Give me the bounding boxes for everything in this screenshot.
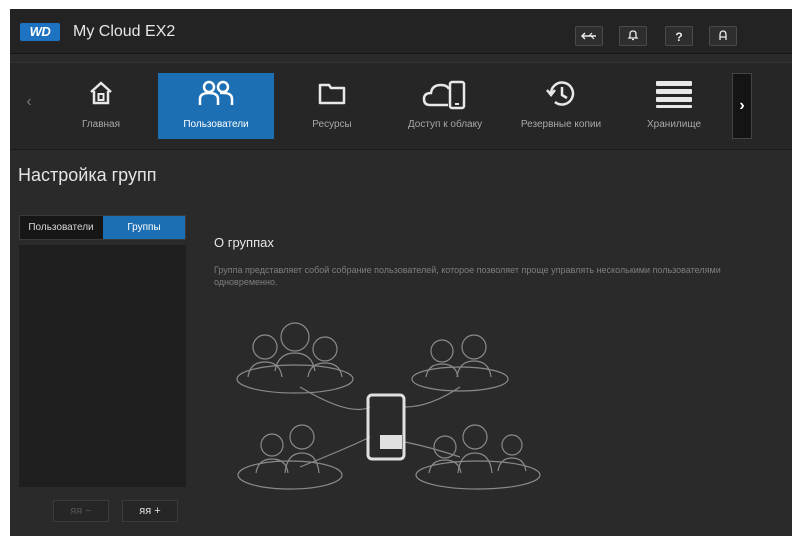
help-button[interactable]: ? bbox=[665, 26, 693, 46]
add-group-button[interactable]: ᴙᴙ + bbox=[122, 500, 178, 522]
user-button[interactable] bbox=[709, 26, 737, 46]
tab-groups[interactable]: Группы bbox=[103, 216, 185, 239]
group-list bbox=[19, 245, 186, 487]
nav-label-shares: Ресурсы bbox=[312, 119, 352, 130]
page-title: Настройка групп bbox=[18, 165, 157, 185]
tab-users[interactable]: Пользователи bbox=[20, 216, 102, 239]
home-icon bbox=[90, 81, 112, 105]
groups-illustration bbox=[236, 322, 541, 490]
top-bar: WD My Cloud EX2 ? bbox=[10, 9, 792, 54]
nav-label-storage: Хранилище bbox=[647, 119, 701, 130]
bell-icon bbox=[627, 30, 639, 41]
cloud-device-icon bbox=[422, 80, 466, 110]
main-nav: ‹ Главная Пользователи Ресурсы Доступ к … bbox=[10, 62, 792, 150]
remove-group-button[interactable]: ᴙᴙ − bbox=[53, 500, 109, 522]
storage-icon bbox=[656, 81, 692, 108]
nav-label-home: Главная bbox=[81, 119, 121, 130]
group-tabs: Пользователи Группы bbox=[19, 215, 186, 240]
nav-next-button[interactable]: › bbox=[732, 73, 752, 139]
nav-item-storage[interactable]: Хранилище bbox=[622, 73, 726, 139]
folder-icon bbox=[318, 83, 346, 105]
nav-item-cloud-access[interactable]: Доступ к облаку bbox=[390, 73, 500, 139]
history-icon bbox=[546, 81, 575, 106]
user-icon bbox=[719, 30, 727, 40]
nav-label-users: Пользователи bbox=[183, 119, 249, 130]
about-groups-description: Группа представляет собой собрание польз… bbox=[214, 265, 721, 287]
users-icon bbox=[198, 80, 234, 105]
product-name: My Cloud EX2 bbox=[73, 23, 176, 40]
about-groups-title: О группах bbox=[214, 235, 274, 250]
nav-item-users[interactable]: Пользователи bbox=[158, 73, 274, 139]
nav-item-home[interactable]: Главная bbox=[50, 73, 152, 139]
nav-item-backups[interactable]: Резервные копии bbox=[506, 73, 616, 139]
nav-prev-button[interactable]: ‹ bbox=[22, 93, 36, 115]
wd-logo: WD bbox=[20, 23, 60, 41]
question-icon: ? bbox=[675, 30, 683, 44]
usb-button[interactable] bbox=[575, 26, 603, 46]
alerts-button[interactable] bbox=[619, 26, 647, 46]
nav-item-shares[interactable]: Ресурсы bbox=[280, 73, 384, 139]
nav-label-backups: Резервные копии bbox=[520, 119, 602, 130]
app-window: WD My Cloud EX2 ? ‹ Главная Пользователи… bbox=[10, 9, 792, 536]
usb-icon bbox=[580, 32, 596, 40]
nav-label-cloud-access: Доступ к облаку bbox=[407, 119, 483, 130]
